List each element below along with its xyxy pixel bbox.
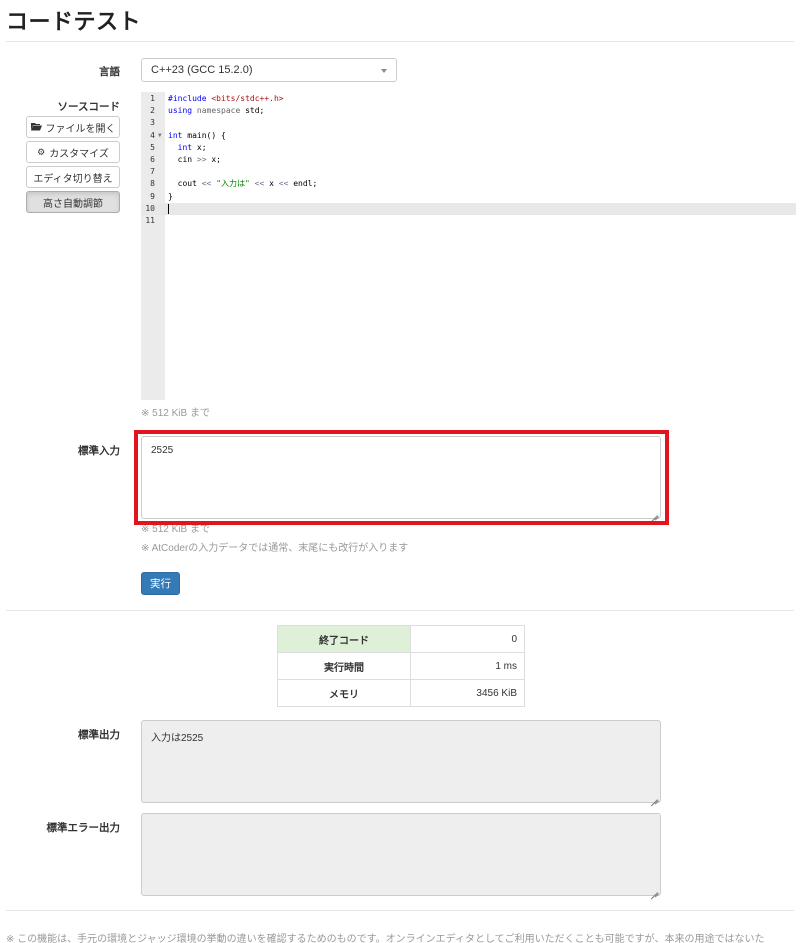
code-line: 5 int x; <box>150 142 207 152</box>
folder-open-icon <box>30 122 42 133</box>
open-file-label: ファイルを開く <box>45 123 116 135</box>
switch-editor-button[interactable]: エディタ切り替え <box>26 166 120 188</box>
source-code-label: ソースコード <box>57 101 120 113</box>
code-line: 7 <box>150 167 155 177</box>
code-line: 4 ▼ int main() { <box>141 130 796 142</box>
open-file-button[interactable]: ファイルを開く <box>26 116 120 138</box>
page-title: コードテスト <box>6 9 142 34</box>
footer-note: ※ この機能は、手元の環境とジャッジ環境の挙動の違いを確認するためのものです。オ… <box>6 934 765 943</box>
highlight-box <box>134 430 669 525</box>
divider <box>6 610 794 611</box>
auto-height-label: 高さ自動調節 <box>43 198 103 210</box>
exit-code-value: 0 <box>410 625 525 653</box>
code-line: 8 cout << "入力は" << x << endl; <box>150 179 318 189</box>
stdout-label: 標準出力 <box>78 729 120 741</box>
code-line: 6 cin >> x; <box>150 155 221 164</box>
source-limit-note: ※ 512 KiB まで <box>141 408 210 419</box>
stdout-textarea[interactable]: 入力は2525 <box>141 720 661 803</box>
code-line: 11 <box>145 216 155 225</box>
auto-height-toggle[interactable]: 高さ自動調節 <box>26 191 120 213</box>
table-row: 実行時間 1 ms <box>277 652 525 680</box>
stderr-textarea[interactable] <box>141 813 661 896</box>
resize-handle-icon[interactable] <box>651 793 658 800</box>
exit-code-key: 終了コード <box>277 625 411 653</box>
memory-key: メモリ <box>277 679 411 707</box>
memory-value: 3456 KiB <box>410 679 525 707</box>
code-line: 2 using namespace std; <box>150 106 265 116</box>
code-editor[interactable]: 1 #include <bits/stdc++.h> 2 using names… <box>141 92 796 400</box>
code-line: 3 <box>150 118 155 128</box>
fold-arrow-icon: ▼ <box>158 131 162 139</box>
result-table: 終了コード 0 実行時間 1 ms メモリ 3456 KiB <box>277 625 525 707</box>
stdin-label: 標準入力 <box>78 445 120 457</box>
code-line: 9 } <box>150 191 173 201</box>
divider <box>6 41 794 42</box>
stderr-label: 標準エラー出力 <box>46 822 121 834</box>
switch-editor-label: エディタ切り替え <box>33 173 113 185</box>
customize-label: カスタマイズ <box>49 148 109 160</box>
stdin-newline-note: ※ AtCoderの入力データでは通常、末尾にも改行が入ります <box>141 543 409 554</box>
table-row: メモリ 3456 KiB <box>277 679 525 707</box>
active-code-line: 10 <box>141 202 796 215</box>
exec-time-key: 実行時間 <box>277 652 411 680</box>
gear-icon: ⚙ <box>37 146 46 157</box>
exec-time-value: 1 ms <box>410 652 525 680</box>
text-cursor <box>168 203 169 214</box>
table-row: 終了コード 0 <box>277 625 525 653</box>
chevron-down-icon <box>381 69 387 73</box>
language-select-value: C++23 (GCC 15.2.0) <box>151 64 253 76</box>
run-button[interactable]: 実行 <box>141 572 180 595</box>
divider <box>6 910 794 911</box>
resize-handle-icon[interactable] <box>651 886 658 893</box>
code-line: 1 #include <bits/stdc++.h> <box>150 94 284 103</box>
language-select[interactable]: C++23 (GCC 15.2.0) <box>141 58 397 82</box>
customize-button[interactable]: ⚙ カスタマイズ <box>26 141 120 163</box>
language-label: 言語 <box>99 66 120 78</box>
stdout-value: 入力は2525 <box>151 733 204 744</box>
